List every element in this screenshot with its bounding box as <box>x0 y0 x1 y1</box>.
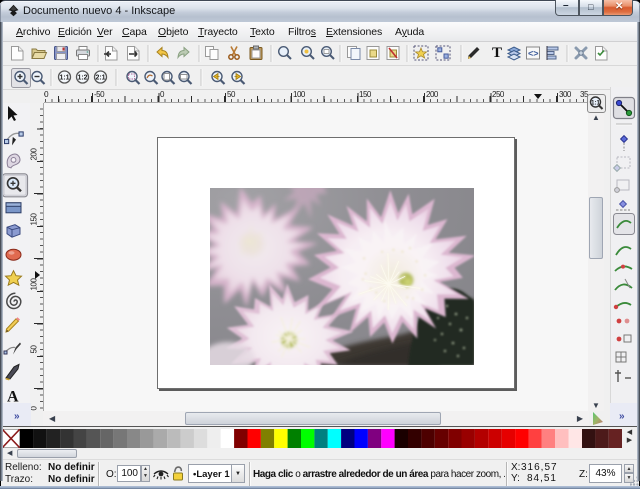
svg-text:T: T <box>492 45 502 61</box>
svg-text:<>: <> <box>528 49 539 59</box>
svg-text:1:1: 1:1 <box>59 75 69 82</box>
svg-text:1:2: 1:2 <box>77 75 87 82</box>
svg-text:2:1: 2:1 <box>95 75 105 82</box>
